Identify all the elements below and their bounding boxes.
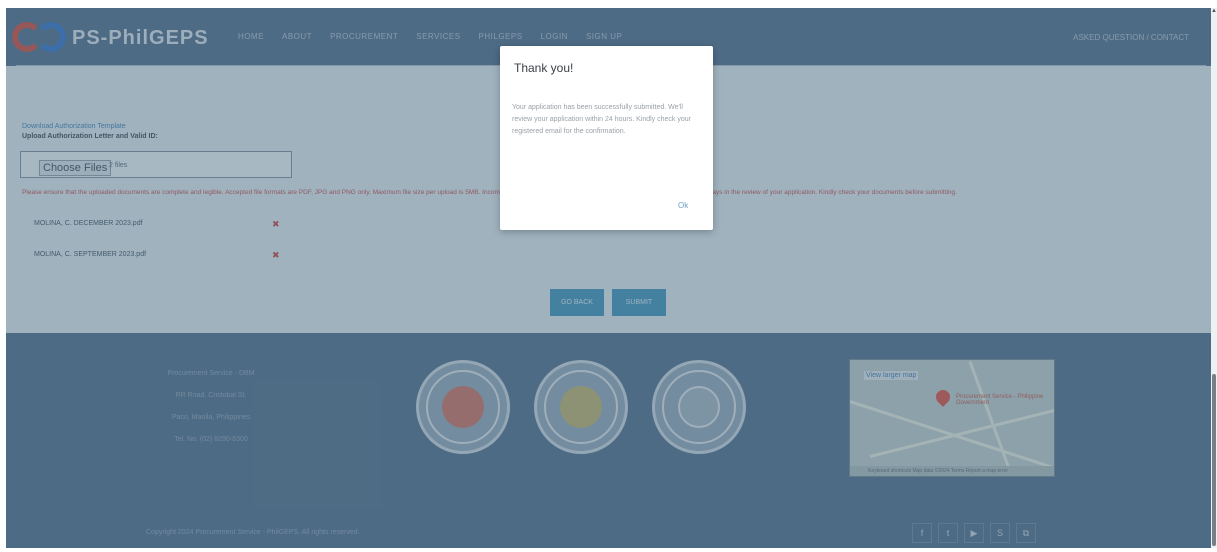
dialog-message: Your application has been successfully s… (512, 104, 691, 135)
browser-viewport: PS-PhilGEPS HOME ABOUT PROCUREMENT SERVI… (6, 8, 1211, 548)
scrollbar-thumb[interactable] (1212, 374, 1216, 546)
scroll-up-arrow-icon[interactable]: ▲ (1211, 8, 1217, 14)
ok-button[interactable]: Ok (678, 201, 688, 210)
dialog-title: Thank you! (514, 61, 574, 75)
thank-you-dialog: Thank you! Your application has been suc… (500, 46, 713, 230)
